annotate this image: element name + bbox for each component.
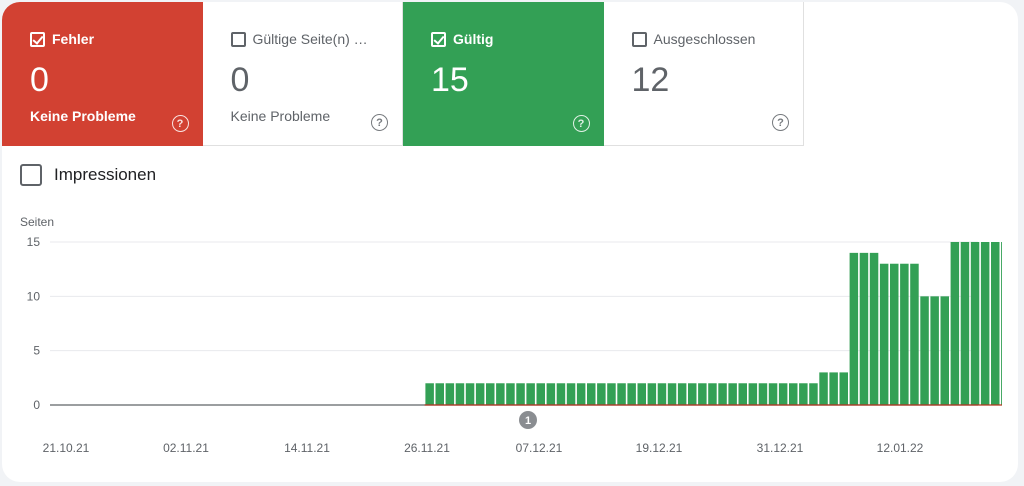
checkbox-checked-icon bbox=[30, 31, 45, 47]
bar bbox=[546, 383, 556, 405]
bar bbox=[738, 383, 747, 405]
x-tick-label: 02.11.21 bbox=[163, 441, 209, 455]
bar bbox=[890, 263, 899, 405]
bar bbox=[940, 296, 949, 405]
bar bbox=[425, 383, 434, 405]
bar bbox=[920, 296, 929, 405]
bar bbox=[980, 242, 990, 405]
bar bbox=[748, 383, 758, 405]
bar bbox=[859, 252, 869, 405]
y-axis-label: Seiten bbox=[20, 215, 54, 229]
bar bbox=[1001, 242, 1002, 405]
bar bbox=[637, 383, 646, 405]
y-tick-label: 5 bbox=[33, 344, 40, 358]
bar bbox=[879, 263, 889, 405]
tile-valid-with-warnings[interactable]: Gültige Seite(n) … 0 Keine Probleme ? bbox=[202, 2, 403, 146]
bar bbox=[667, 383, 677, 405]
bar bbox=[647, 383, 657, 405]
bar bbox=[910, 263, 919, 405]
bar bbox=[677, 383, 687, 405]
bar bbox=[758, 383, 768, 405]
bar bbox=[698, 383, 707, 405]
tile-errors[interactable]: Fehler 0 Keine Probleme ? bbox=[2, 2, 203, 146]
bar bbox=[526, 383, 535, 405]
impressions-toggle[interactable]: Impressionen bbox=[20, 164, 156, 186]
bar bbox=[829, 372, 838, 405]
bar bbox=[960, 242, 970, 405]
tile-value: 12 bbox=[631, 61, 670, 99]
bar bbox=[587, 383, 596, 405]
bar bbox=[778, 383, 788, 405]
tile-label: Fehler bbox=[52, 31, 95, 47]
x-tick-label: 31.12.21 bbox=[757, 441, 804, 455]
pages-bar-chart: Seiten 0 5 10 15 1 21.10.21 02.11.21 14.11.21 26.… bbox=[20, 215, 1002, 455]
bar bbox=[597, 383, 606, 405]
checkbox-checked-icon bbox=[431, 31, 446, 47]
tile-label: Ausgeschlossen bbox=[653, 31, 756, 47]
status-tiles: Fehler 0 Keine Probleme ? Gültige Seite(… bbox=[2, 2, 804, 146]
bar bbox=[536, 383, 545, 405]
y-tick-label: 15 bbox=[27, 235, 41, 249]
bar bbox=[799, 383, 808, 405]
index-coverage-card: Fehler 0 Keine Probleme ? Gültige Seite(… bbox=[2, 2, 1018, 482]
y-tick-label: 0 bbox=[33, 398, 40, 412]
bar bbox=[445, 383, 455, 405]
bar bbox=[576, 383, 586, 405]
tile-excluded[interactable]: Ausgeschlossen 12 ? bbox=[603, 2, 804, 146]
bar bbox=[789, 383, 798, 405]
bar bbox=[839, 372, 848, 405]
bar bbox=[688, 383, 697, 405]
bar bbox=[516, 383, 525, 405]
impressions-label: Impressionen bbox=[54, 165, 157, 184]
bar bbox=[900, 263, 909, 405]
bar bbox=[869, 252, 879, 405]
annotation-label: 1 bbox=[525, 415, 531, 427]
tile-value: 15 bbox=[431, 61, 469, 99]
help-icon[interactable]: ? bbox=[572, 115, 590, 132]
bar bbox=[718, 383, 727, 405]
help-icon[interactable]: ? bbox=[171, 115, 189, 132]
bar bbox=[556, 383, 566, 405]
bar bbox=[475, 383, 485, 405]
x-tick-label: 21.10.21 bbox=[43, 441, 90, 455]
x-tick-label: 19.12.21 bbox=[636, 441, 683, 455]
bar bbox=[970, 242, 980, 405]
bar bbox=[809, 383, 818, 405]
bar bbox=[991, 242, 1000, 405]
bar bbox=[607, 383, 616, 405]
bar bbox=[819, 372, 828, 405]
bar bbox=[455, 383, 465, 405]
help-icon[interactable]: ? bbox=[371, 114, 388, 131]
bar bbox=[486, 383, 495, 405]
x-tick-label: 07.12.21 bbox=[516, 441, 563, 455]
checkbox-unchecked-icon bbox=[631, 31, 647, 47]
bar bbox=[657, 383, 667, 405]
bar bbox=[617, 383, 626, 405]
bar bbox=[708, 383, 717, 405]
bar bbox=[768, 383, 778, 405]
bar bbox=[930, 296, 939, 405]
bar bbox=[496, 383, 505, 405]
bar bbox=[950, 242, 960, 405]
x-tick-label: 12.01.22 bbox=[877, 441, 924, 455]
bar bbox=[435, 383, 444, 405]
checkbox-unchecked-icon bbox=[230, 31, 246, 47]
bar bbox=[728, 383, 737, 405]
help-icon[interactable]: ? bbox=[772, 114, 789, 131]
bar bbox=[849, 252, 859, 405]
tile-valid[interactable]: Gültig 15 ? bbox=[403, 2, 604, 146]
bar bbox=[506, 383, 515, 405]
bar bbox=[566, 383, 576, 405]
y-tick-label: 10 bbox=[27, 289, 41, 303]
x-tick-label: 14.11.21 bbox=[284, 441, 330, 455]
tile-value: 0 bbox=[30, 61, 49, 99]
bar bbox=[627, 383, 636, 405]
bar bbox=[465, 383, 475, 405]
tile-label: Gültig bbox=[453, 31, 494, 47]
tile-label: Gültige Seite(n) … bbox=[252, 31, 368, 47]
impressions-checkbox[interactable] bbox=[20, 164, 42, 186]
tile-value: 0 bbox=[230, 61, 250, 99]
x-tick-label: 26.11.21 bbox=[404, 441, 450, 455]
